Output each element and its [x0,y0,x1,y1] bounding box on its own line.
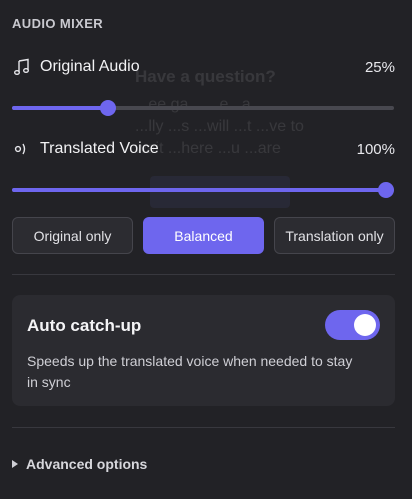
mode-original-only-button[interactable]: Original only [12,217,133,254]
original-audio-slider[interactable] [12,98,394,118]
translated-voice-row: Translated Voice [12,139,159,159]
section-title: AUDIO MIXER [12,16,104,31]
auto-catchup-title: Auto catch-up [27,316,142,335]
advanced-options-toggle[interactable]: Advanced options [12,456,147,472]
auto-catchup-toggle[interactable] [325,310,380,340]
translated-voice-value: 100% [356,141,395,158]
audio-mixer-panel: Have a question? ...ee.ga... ...e...a...… [0,0,412,499]
original-audio-row: Original Audio [12,57,140,77]
original-audio-label: Original Audio [40,58,140,75]
translated-voice-label: Translated Voice [40,140,159,157]
voice-icon [12,139,32,159]
mode-balanced-button[interactable]: Balanced [143,217,264,254]
background-line: wait ...here ...u ...are [135,140,281,157]
divider [12,427,395,428]
slider-fill [12,188,394,192]
mode-translation-only-button[interactable]: Translation only [274,217,395,254]
divider [12,274,395,275]
background-line: ...lly ...s ...will ...t ...ve to [135,118,304,135]
auto-catchup-description: Speeds up the translated voice when need… [27,353,353,390]
slider-fill [12,106,108,110]
translated-voice-slider[interactable] [12,180,394,200]
background-title: Have a question? [135,67,276,86]
slider-thumb[interactable] [100,100,116,116]
advanced-options-label: Advanced options [26,456,148,472]
original-audio-value: 25% [364,59,395,76]
auto-catchup-card: Auto catch-up Speeds up the translated v… [12,295,395,406]
slider-thumb[interactable] [378,182,394,198]
music-note-icon [12,57,32,77]
caret-right-icon [12,460,18,468]
toggle-knob [354,314,376,336]
